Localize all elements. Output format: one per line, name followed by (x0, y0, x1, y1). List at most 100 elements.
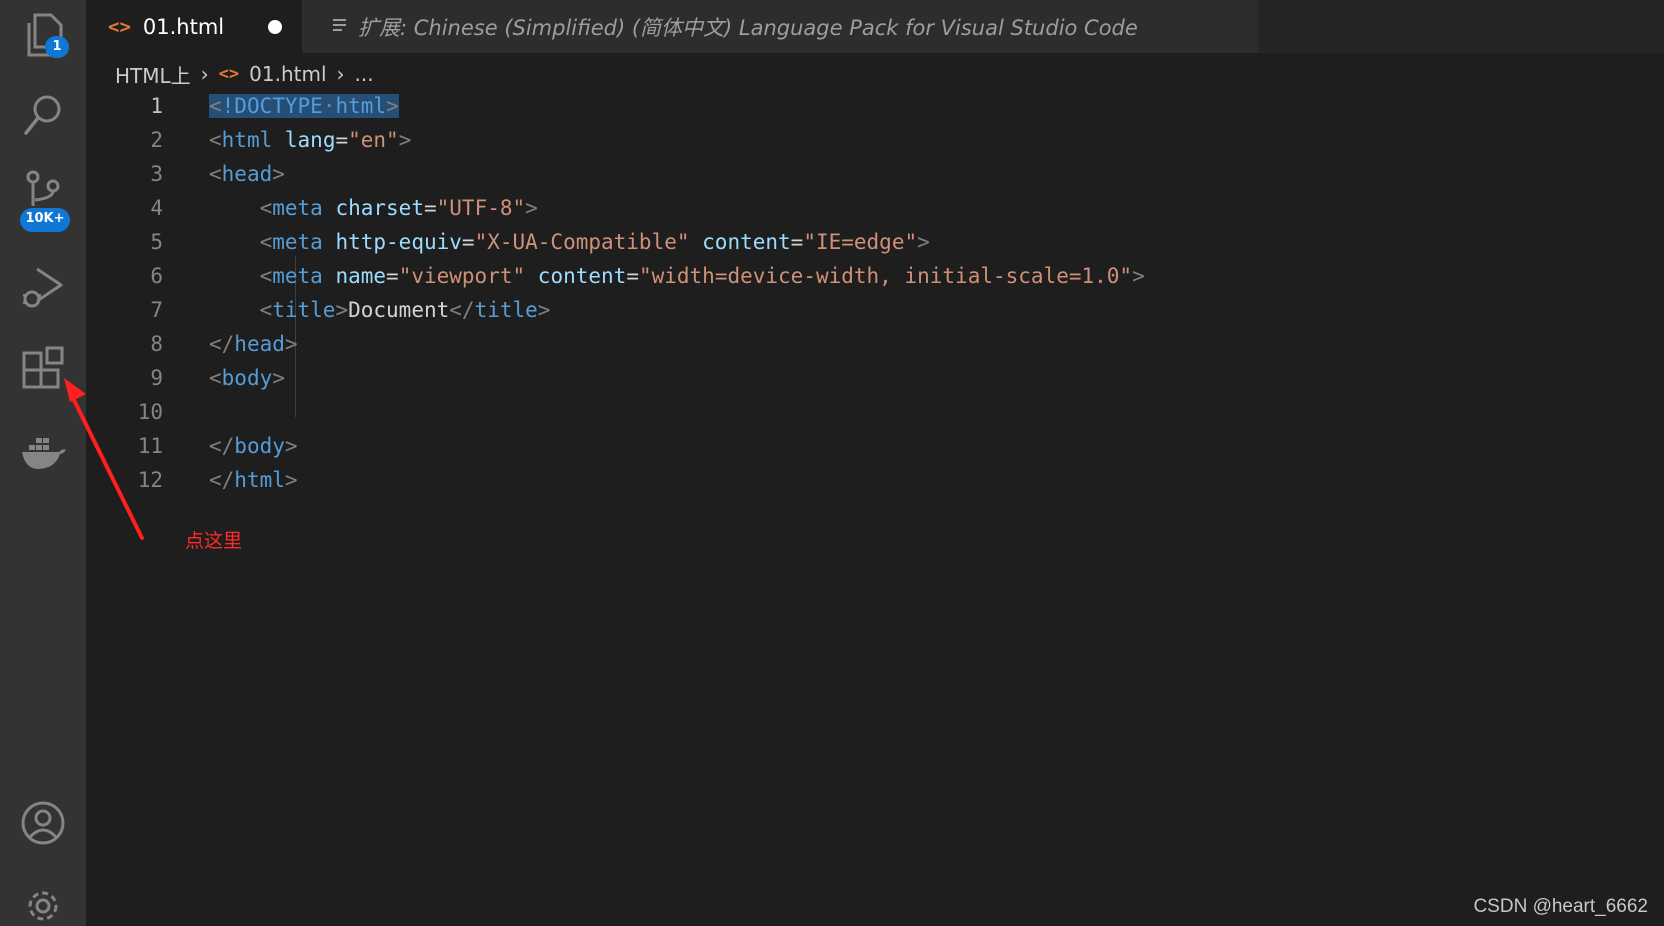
source-control-badge: 10K+ (20, 208, 70, 232)
run-debug-button[interactable] (0, 252, 86, 322)
code-line[interactable]: 4 <meta charset="UTF-8"> (86, 191, 1586, 225)
unsaved-dot-icon[interactable] (268, 19, 283, 34)
line-number: 1 (150, 94, 163, 118)
code-line[interactable]: 1 <!DOCTYPE·html> (86, 89, 1586, 123)
explorer-button[interactable]: 1 (0, 0, 86, 70)
code-token: Document (348, 298, 450, 322)
line-number: 4 (150, 196, 163, 220)
html-file-icon: <> (108, 15, 131, 38)
code-token: </ (449, 298, 475, 322)
code-token: "IE=edge" (803, 230, 918, 254)
accounts-button[interactable] (0, 788, 86, 858)
extension-preview-icon (332, 17, 348, 37)
breadcrumb-more[interactable]: ... (355, 62, 374, 86)
code-token: html (234, 468, 285, 492)
line-number: 8 (150, 332, 163, 356)
code-token: = (335, 128, 349, 152)
code-token: > (525, 196, 538, 220)
code-line[interactable]: 7 <title>Document</title> (86, 293, 1586, 327)
code-token: < (259, 298, 273, 322)
code-token: charset (335, 196, 424, 220)
code-editor[interactable]: 1 <!DOCTYPE·html> 2 <html lang="en"> 3 <head>… (86, 92, 1664, 926)
code-token: > (537, 298, 551, 322)
code-token: "X-UA-Compatible" (474, 230, 690, 254)
code-token: < (209, 162, 222, 186)
code-text: </head> (209, 327, 298, 361)
code-token: title (474, 298, 538, 322)
code-token: = (423, 196, 437, 220)
breadcrumb: HTML上 › <> 01.html › ... (115, 56, 374, 92)
annotation-arrow-icon (64, 378, 144, 540)
code-token: body (221, 366, 273, 390)
selection-highlight: <!DOCTYPE·html> (209, 94, 399, 118)
code-token: </ (209, 332, 235, 356)
chevron-right-icon: › (200, 62, 209, 86)
code-text: </html> (209, 463, 298, 497)
code-token: head (221, 162, 273, 186)
code-token: < (259, 264, 273, 288)
code-token: </ (209, 434, 235, 458)
code-line[interactable]: 2 <html lang="en"> (86, 123, 1586, 157)
code-line[interactable]: 9 <body> (86, 361, 1586, 395)
code-token: < (259, 196, 273, 220)
code-line[interactable]: 12 </html> (86, 463, 1586, 497)
code-text: <html lang="en"> (209, 123, 411, 157)
code-token: > (917, 230, 930, 254)
code-token: meta (272, 196, 323, 220)
line-number: 5 (150, 230, 163, 254)
code-token: "width=device-width, initial-scale=1.0" (638, 264, 1133, 288)
tab-extension-chinese-pack[interactable]: 扩展: Chinese (Simplified) (简体中文) Language… (302, 0, 1258, 53)
code-line[interactable]: 5 <meta http-equiv="X-UA-Compatible" con… (86, 225, 1586, 259)
watermark: CSDN @heart_6662 (1473, 896, 1648, 917)
code-text: </body> (209, 429, 298, 463)
code-line[interactable]: 6 <meta name="viewport" content="width=d… (86, 259, 1586, 293)
search-button[interactable] (0, 80, 86, 150)
code-line[interactable]: 11 </body> (86, 429, 1586, 463)
code-token: < (259, 230, 273, 254)
code-token: meta (272, 264, 323, 288)
code-token: http-equiv (335, 230, 462, 254)
explorer-badge: 1 (45, 36, 69, 58)
tab-label: 扩展: Chinese (Simplified) (简体中文) Language… (358, 15, 1138, 40)
code-token: meta (272, 230, 323, 254)
source-control-icon (21, 168, 65, 208)
account-icon (19, 799, 67, 847)
tab-01-html[interactable]: <> 01.html (86, 0, 302, 53)
code-token: content (702, 230, 791, 254)
source-control-button[interactable]: 10K+ (0, 162, 86, 232)
code-line[interactable]: 8 </head> (86, 327, 1586, 361)
code-line[interactable]: 3 <head> (86, 157, 1586, 191)
line-number: 6 (150, 264, 163, 288)
code-token: · (322, 94, 336, 118)
code-token: > (284, 332, 298, 356)
code-token: "UTF-8" (436, 196, 526, 220)
code-token: > (398, 128, 412, 152)
code-token: html (335, 94, 387, 118)
code-token: content (537, 264, 627, 288)
code-token: > (272, 366, 285, 390)
breadcrumb-file[interactable]: 01.html (249, 62, 326, 86)
code-token: > (1132, 264, 1145, 288)
code-token: name (335, 264, 387, 288)
code-token: > (284, 468, 298, 492)
code-token: body (234, 434, 285, 458)
code-token: = (461, 230, 475, 254)
line-number: 2 (150, 128, 163, 152)
code-text: <head> (209, 157, 285, 191)
code-token: "en" (348, 128, 399, 152)
code-token: > (335, 298, 349, 322)
code-text: <body> (209, 361, 285, 395)
code-line[interactable]: 10 (86, 395, 1586, 429)
manage-button[interactable] (0, 870, 86, 926)
breadcrumb-folder[interactable]: HTML上 (115, 60, 191, 89)
chevron-right-icon: › (336, 62, 345, 86)
code-token: </ (209, 468, 235, 492)
code-token: = (626, 264, 639, 288)
code-token: < (209, 366, 222, 390)
